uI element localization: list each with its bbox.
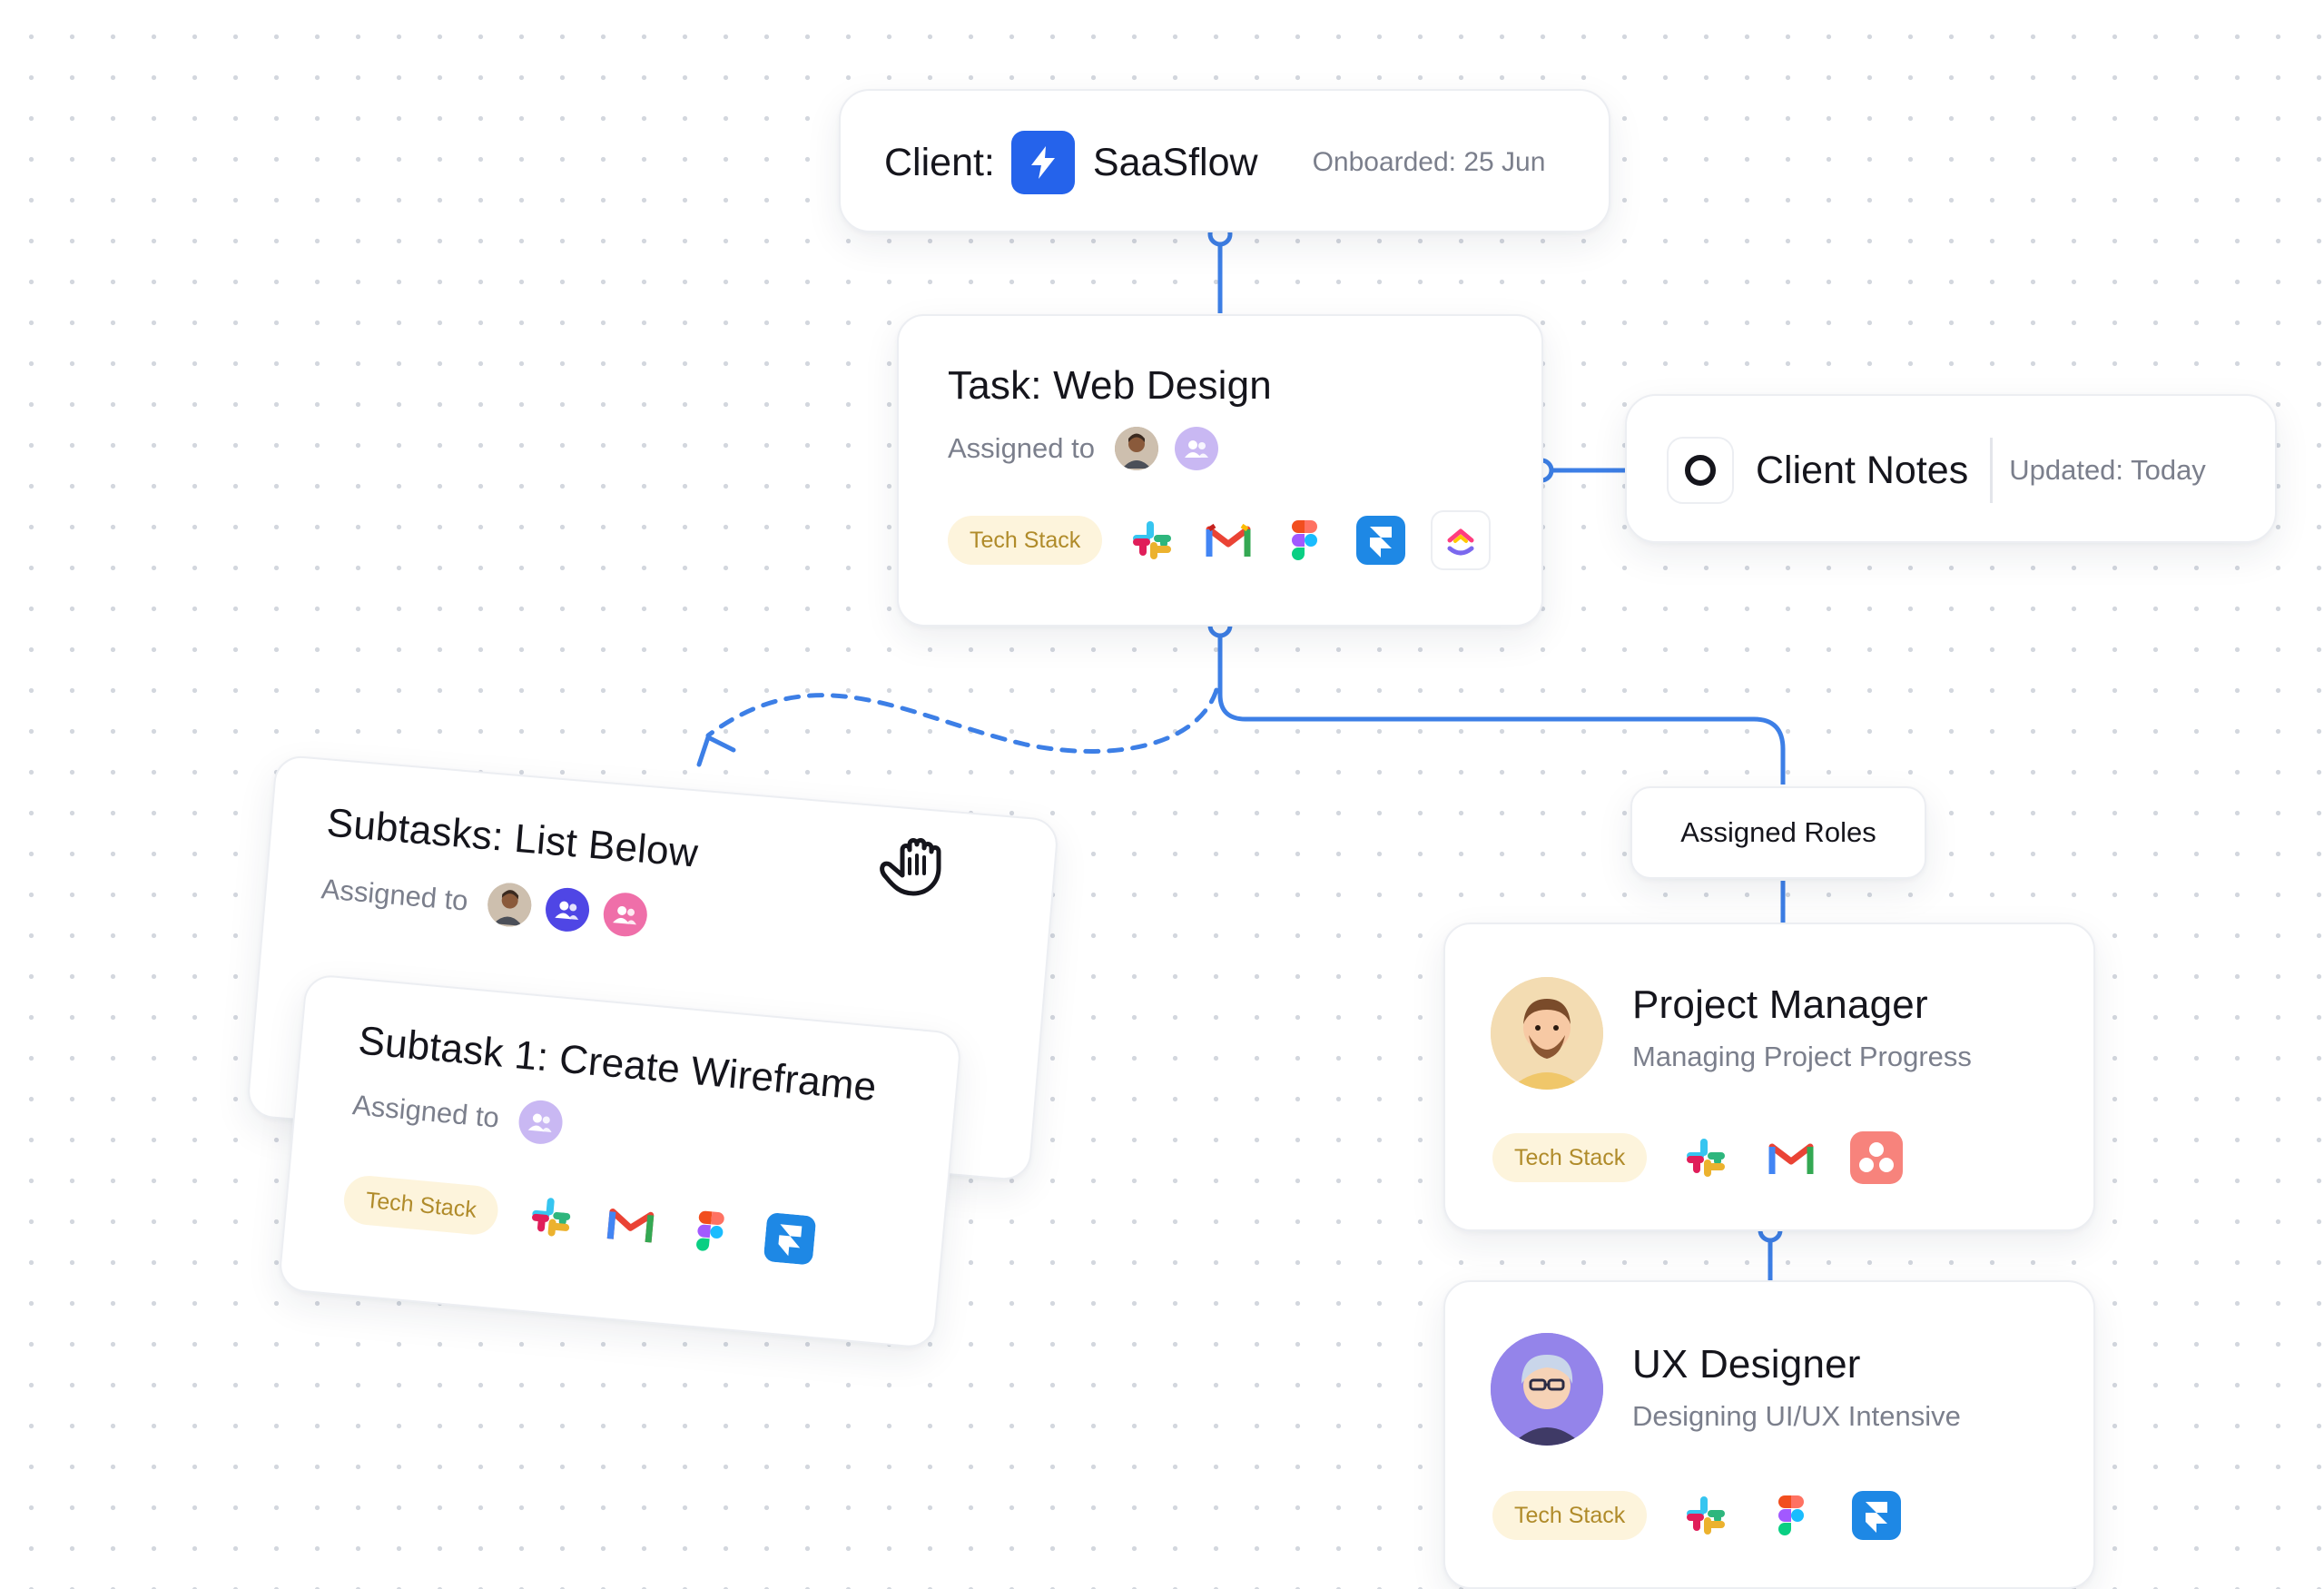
subtask-1-assigned-label: Assigned to	[350, 1089, 501, 1134]
team-avatar-icon[interactable]	[544, 885, 591, 933]
assigned-roles-label: Assigned Roles	[1680, 816, 1876, 848]
subtasks-title: Subtasks: List Below	[325, 800, 700, 876]
team-avatar-icon[interactable]	[601, 891, 649, 939]
slack-icon	[523, 1189, 580, 1246]
client-label: Client:	[884, 140, 995, 184]
pm-title: Project Manager	[1632, 982, 1928, 1027]
tech-stack-chip: Tech Stack	[1492, 1491, 1648, 1540]
pm-avatar[interactable]	[1491, 977, 1603, 1090]
figma-icon	[682, 1203, 739, 1260]
clickup-icon	[1431, 510, 1492, 570]
framer-icon	[762, 1210, 819, 1268]
pm-subtitle: Managing Project Progress	[1632, 1041, 1972, 1072]
slack-icon	[1679, 1489, 1732, 1542]
ux-subtitle: Designing UI/UX Intensive	[1632, 1400, 1961, 1432]
tech-stack-chip: Tech Stack	[948, 516, 1103, 565]
gmail-icon	[1765, 1131, 1817, 1184]
gmail-icon	[603, 1196, 660, 1253]
team-avatar-icon[interactable]	[1175, 427, 1218, 470]
client-notes-card[interactable]: Client Notes Updated: Today	[1625, 394, 2277, 543]
notes-title: Client Notes	[1756, 448, 1969, 492]
avatar[interactable]	[486, 881, 534, 929]
task-title: Task: Web Design	[948, 363, 1272, 408]
connector-task-roles	[1217, 637, 1786, 785]
project-manager-card[interactable]: Project Manager Managing Project Progres…	[1443, 923, 2095, 1231]
ux-avatar[interactable]	[1491, 1333, 1603, 1446]
team-avatar-icon[interactable]	[517, 1098, 565, 1146]
client-card[interactable]: Client: SaaSflow Onboarded: 25 Jun	[839, 89, 1610, 232]
notes-record-icon[interactable]	[1667, 437, 1734, 504]
ux-designer-card[interactable]: UX Designer Designing UI/UX Intensive Te…	[1443, 1280, 2095, 1589]
slack-icon	[1679, 1131, 1732, 1184]
task-assigned-label: Assigned to	[948, 432, 1095, 464]
notes-updated: Updated: Today	[2009, 454, 2206, 486]
figma-icon	[1278, 514, 1331, 567]
subtask-1-card[interactable]: Subtask 1: Create Wireframe Assigned to …	[277, 972, 963, 1350]
client-name: SaaSflow	[1092, 140, 1258, 184]
grab-cursor-icon	[870, 823, 951, 904]
tech-stack-chip: Tech Stack	[341, 1173, 501, 1237]
drag-arrow-head	[696, 735, 736, 767]
subtasks-assigned-label: Assigned to	[320, 873, 469, 917]
slack-icon	[1126, 514, 1178, 567]
assigned-roles-pill[interactable]: Assigned Roles	[1630, 786, 1926, 879]
gmail-icon	[1202, 514, 1255, 567]
saasflow-logo-icon	[1010, 131, 1075, 194]
task-card[interactable]: Task: Web Design Assigned to Tech Stack	[897, 314, 1543, 627]
figma-icon	[1765, 1489, 1817, 1542]
tech-stack-chip: Tech Stack	[1492, 1133, 1648, 1182]
avatar[interactable]	[1115, 427, 1158, 470]
drag-dashed-path	[705, 687, 1219, 754]
asana-icon	[1850, 1131, 1904, 1184]
notes-divider	[1990, 438, 1994, 503]
framer-icon	[1354, 514, 1407, 567]
ux-title: UX Designer	[1632, 1342, 1861, 1387]
framer-icon	[1850, 1489, 1903, 1542]
client-onboarded: Onboarded: 25 Jun	[1312, 147, 1546, 177]
